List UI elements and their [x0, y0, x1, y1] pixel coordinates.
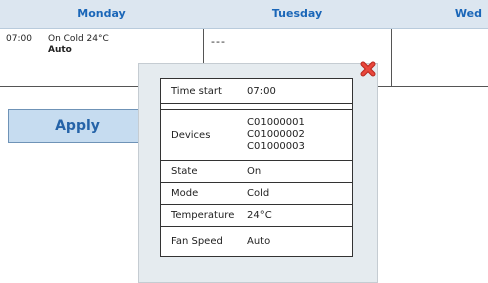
monday-header: Monday	[0, 0, 203, 29]
device-item: C01000002	[247, 129, 305, 140]
time-label: Time start	[171, 85, 222, 97]
entry-description: On Cold 24°C Auto	[48, 34, 109, 55]
temperature-value: 24°C	[247, 210, 272, 221]
detail-row-state: State On	[161, 161, 352, 183]
detail-row-time: Time start 07:00	[161, 79, 352, 104]
detail-row-mode: Mode Cold	[161, 183, 352, 205]
fan-speed-value: Auto	[247, 236, 271, 247]
wednesday-header: Wed	[391, 0, 488, 29]
wednesday-column: Wed	[391, 0, 488, 86]
device-item: C01000003	[247, 141, 305, 152]
entry-time: 07:00	[6, 34, 32, 44]
state-label: State	[171, 166, 198, 177]
mode-value: Cold	[247, 188, 270, 199]
close-icon[interactable]	[360, 61, 376, 77]
temperature-label: Temperature	[171, 210, 235, 221]
time-value: 07:00	[247, 85, 276, 97]
detail-row-temperature: Temperature 24°C	[161, 205, 352, 227]
entry-summary: On Cold 24°C	[48, 34, 109, 44]
fan-speed-label: Fan Speed	[171, 236, 223, 247]
detail-table: Time start 07:00 Devices C01000001 C0100…	[160, 78, 353, 257]
devices-label: Devices	[171, 129, 211, 141]
detail-row-fan-speed: Fan Speed Auto	[161, 227, 352, 256]
state-value: On	[247, 166, 262, 177]
devices-list: C01000001 C01000002 C01000003	[247, 117, 352, 153]
tuesday-empty-entry[interactable]: ---	[211, 35, 226, 48]
entry-fan: Auto	[48, 45, 72, 55]
apply-button[interactable]: Apply	[8, 109, 147, 143]
detail-row-devices: Devices C01000001 C01000002 C01000003	[161, 110, 352, 161]
device-item: C01000001	[247, 117, 305, 128]
mode-label: Mode	[171, 188, 199, 199]
tuesday-header: Tuesday	[203, 0, 391, 29]
